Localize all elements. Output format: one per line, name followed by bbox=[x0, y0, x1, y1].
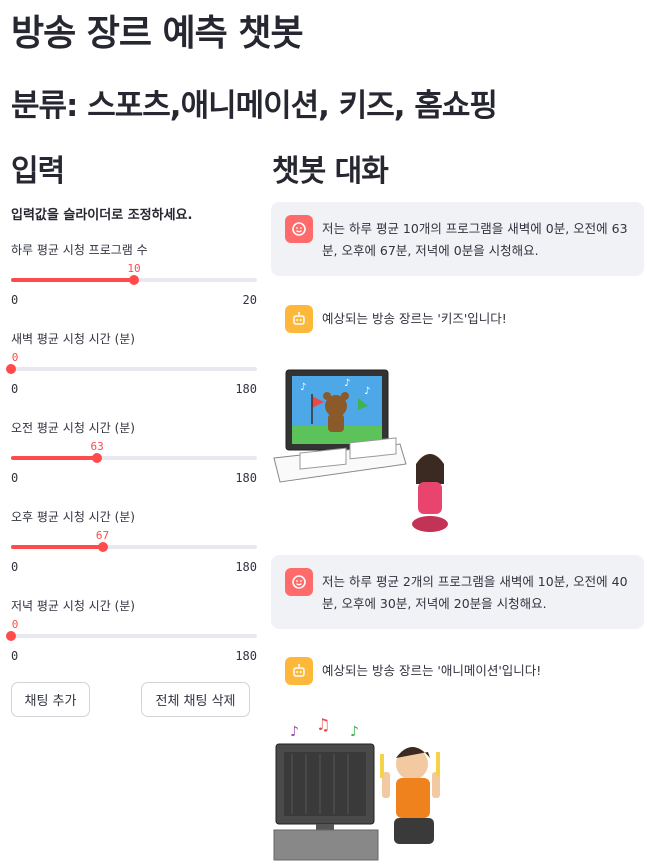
slider-min: 0 bbox=[11, 382, 19, 396]
slider-thumb[interactable] bbox=[6, 364, 16, 374]
slider-value: 67 bbox=[95, 529, 110, 542]
message-text: 저는 하루 평균 10개의 프로그램을 새벽에 0분, 오전에 63분, 오후에… bbox=[322, 221, 628, 258]
chat-heading: 챗봇 대화 bbox=[272, 154, 389, 189]
slider-max: 180 bbox=[235, 560, 257, 574]
anime-tv-illustration: ♪ ♫ ♪ bbox=[273, 715, 440, 861]
slider-thumb[interactable] bbox=[6, 631, 16, 641]
slider-afternoon-minutes[interactable]: 오후 평균 시청 시간 (분) 67 0 180 bbox=[11, 508, 257, 588]
slider-track[interactable] bbox=[11, 367, 257, 371]
input-instruction: 입력값을 슬라이더로 조정하세요. bbox=[11, 208, 193, 223]
slider-min: 0 bbox=[11, 649, 19, 663]
chat-message-user: 저는 하루 평균 2개의 프로그램을 새벽에 10분, 오전에 40분, 오후에… bbox=[271, 555, 644, 629]
svg-text:♪: ♪ bbox=[344, 378, 350, 389]
kids-tv-illustration: ♪ ♪ ♪ bbox=[273, 369, 448, 532]
slider-max: 180 bbox=[235, 649, 257, 663]
slider-programs-per-day[interactable]: 하루 평균 시청 프로그램 수 10 0 20 bbox=[11, 241, 257, 321]
slider-fill bbox=[11, 456, 98, 460]
slider-min: 0 bbox=[11, 471, 19, 485]
chat-message-assistant: 예상되는 방송 장르는 '키즈'입니다! bbox=[271, 292, 644, 348]
slider-label: 저녁 평균 시청 시간 (분) bbox=[11, 599, 135, 613]
slider-value: 0 bbox=[11, 618, 19, 631]
slider-label: 하루 평균 시청 프로그램 수 bbox=[11, 243, 148, 257]
input-heading: 입력 bbox=[11, 154, 65, 189]
slider-max: 180 bbox=[235, 382, 257, 396]
slider-fill bbox=[11, 278, 134, 282]
slider-value: 63 bbox=[90, 440, 104, 453]
slider-fill bbox=[11, 545, 103, 549]
message-text: 저는 하루 평균 2개의 프로그램을 새벽에 10분, 오전에 40분, 오후에… bbox=[322, 574, 628, 611]
slider-max: 180 bbox=[235, 471, 257, 485]
slider-thumb[interactable] bbox=[92, 453, 103, 463]
svg-text:♪: ♪ bbox=[290, 724, 299, 740]
robot-face-icon bbox=[285, 657, 313, 685]
clear-all-chat-button[interactable]: 전체 채팅 삭제 bbox=[141, 682, 250, 717]
message-text: 예상되는 방송 장르는 '키즈'입니다! bbox=[322, 311, 507, 326]
slider-label: 새벽 평균 시청 시간 (분) bbox=[11, 332, 135, 346]
slider-evening-minutes[interactable]: 저녁 평균 시청 시간 (분) 0 0 180 bbox=[6, 597, 257, 677]
slider-min: 0 bbox=[11, 560, 19, 574]
chat-message-assistant: 예상되는 방송 장르는 '애니메이션'입니다! bbox=[271, 644, 644, 700]
slider-value: 0 bbox=[11, 351, 19, 364]
slider-label: 오전 평균 시청 시간 (분) bbox=[11, 421, 135, 435]
smile-face-icon bbox=[285, 568, 313, 596]
page-title: 방송 장르 예측 챗봇 bbox=[11, 13, 304, 54]
slider-min: 0 bbox=[11, 293, 19, 307]
slider-dawn-minutes[interactable]: 새벽 평균 시청 시간 (분) 0 0 180 bbox=[6, 330, 257, 410]
slider-thumb[interactable] bbox=[129, 275, 139, 285]
add-chat-button[interactable]: 채팅 추가 bbox=[11, 682, 90, 717]
robot-face-icon bbox=[285, 305, 313, 333]
slider-value: 10 bbox=[127, 262, 141, 275]
slider-max: 20 bbox=[242, 293, 257, 307]
svg-text:♪: ♪ bbox=[350, 724, 359, 740]
svg-text:♪: ♪ bbox=[364, 386, 370, 397]
slider-thumb[interactable] bbox=[97, 542, 108, 552]
svg-text:♫: ♫ bbox=[316, 715, 330, 734]
chat-message-user: 저는 하루 평균 10개의 프로그램을 새벽에 0분, 오전에 63분, 오후에… bbox=[271, 202, 644, 276]
smile-face-icon bbox=[285, 215, 313, 243]
message-text: 예상되는 방송 장르는 '애니메이션'입니다! bbox=[322, 663, 542, 678]
page-subtitle: 분류: 스포츠,애니메이션, 키즈, 홈쇼핑 bbox=[11, 88, 498, 124]
svg-text:♪: ♪ bbox=[300, 382, 306, 393]
slider-label: 오후 평균 시청 시간 (분) bbox=[11, 510, 135, 524]
slider-track[interactable] bbox=[11, 634, 257, 638]
slider-morning-minutes[interactable]: 오전 평균 시청 시간 (분) 63 0 180 bbox=[11, 419, 257, 499]
